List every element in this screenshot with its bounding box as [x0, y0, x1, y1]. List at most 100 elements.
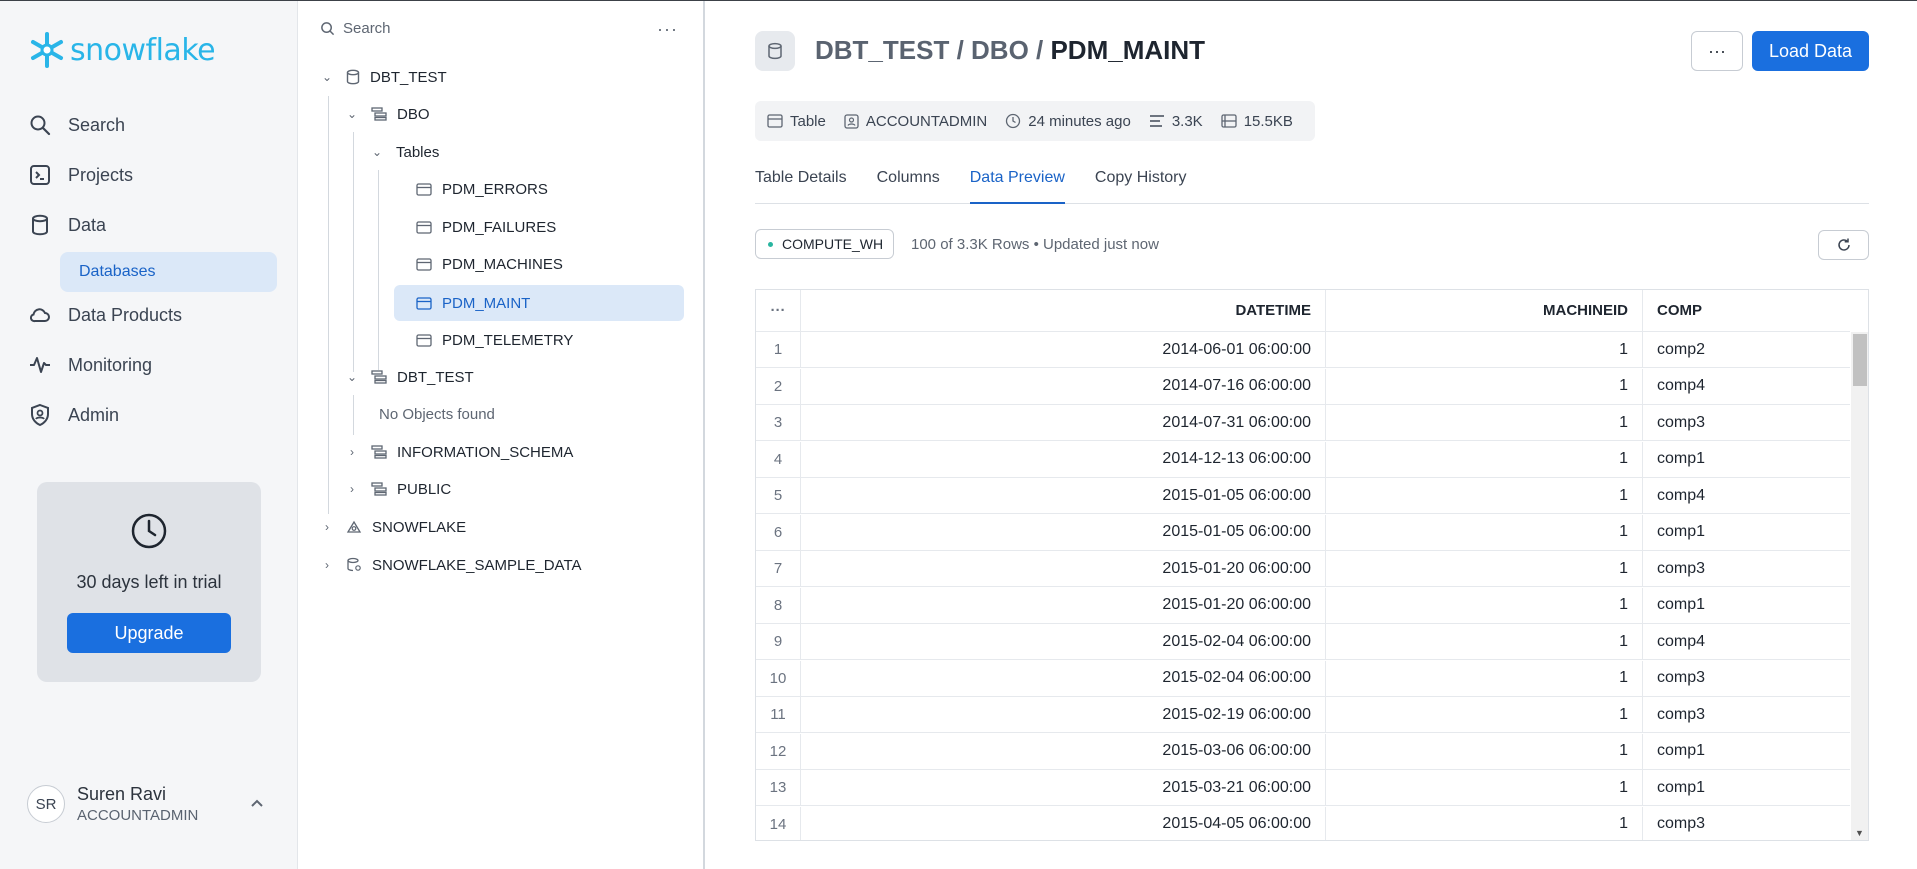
chevron-right-icon[interactable]: › [320, 520, 334, 534]
cell-datetime[interactable]: 2015-02-04 06:00:00 [801, 624, 1326, 659]
column-header-comp[interactable]: COMP [1643, 290, 1850, 331]
table-row[interactable]: 14 2015-04-05 06:00:00 1 comp3 [756, 806, 1850, 841]
snowflake-logo[interactable]: snowflake [28, 31, 216, 69]
cell-datetime[interactable]: 2015-02-04 06:00:00 [801, 660, 1326, 696]
cell-comp[interactable]: comp4 [1643, 478, 1850, 513]
tab-copy-history[interactable]: Copy History [1095, 168, 1187, 204]
chevron-right-icon[interactable]: › [345, 445, 359, 459]
cell-machineid[interactable]: 1 [1326, 514, 1643, 550]
cell-datetime[interactable]: 2014-12-13 06:00:00 [801, 441, 1326, 477]
table-row[interactable]: 11 2015-02-19 06:00:00 1 comp3 [756, 697, 1850, 733]
tab-columns[interactable]: Columns [877, 168, 940, 204]
cell-machineid[interactable]: 1 [1326, 478, 1643, 513]
nav-item-monitoring[interactable]: Monitoring [28, 345, 152, 385]
search-input[interactable]: Search [343, 20, 391, 37]
cell-datetime[interactable]: 2015-01-05 06:00:00 [801, 478, 1326, 513]
cell-comp[interactable]: comp4 [1643, 624, 1850, 659]
nav-item-data-products[interactable]: Data Products [28, 295, 182, 335]
chevron-right-icon[interactable]: › [345, 482, 359, 496]
cell-machineid[interactable]: 1 [1326, 405, 1643, 440]
tree-node-db-dbt-test[interactable]: ⌄ DBT_TEST [320, 59, 447, 95]
chevron-down-icon[interactable]: ⌄ [345, 107, 359, 121]
upgrade-button[interactable]: Upgrade [67, 613, 231, 653]
table-row[interactable]: 9 2015-02-04 06:00:00 1 comp4 [756, 624, 1850, 660]
chevron-up-icon[interactable] [250, 798, 264, 808]
cell-comp[interactable]: comp1 [1643, 734, 1850, 769]
cell-machineid[interactable]: 1 [1326, 587, 1643, 623]
tree-node-db-snowflake-sample-data[interactable]: › SNOWFLAKE_SAMPLE_DATA [320, 547, 582, 583]
more-actions-button[interactable]: ··· [1691, 31, 1743, 71]
cell-comp[interactable]: comp3 [1643, 661, 1850, 696]
tree-more-button[interactable]: ··· [657, 19, 678, 40]
cell-datetime[interactable]: 2015-02-19 06:00:00 [801, 697, 1326, 732]
tree-node-table-pdm-telemetry[interactable]: PDM_TELEMETRY [416, 322, 573, 358]
cell-datetime[interactable]: 2014-07-16 06:00:00 [801, 368, 1326, 404]
tree-node-table-pdm-failures[interactable]: PDM_FAILURES [416, 209, 556, 245]
nav-item-data[interactable]: Data [28, 205, 106, 245]
cell-comp[interactable]: comp2 [1643, 332, 1850, 367]
cell-comp[interactable]: comp3 [1643, 697, 1850, 732]
cell-datetime[interactable]: 2015-04-05 06:00:00 [801, 806, 1326, 840]
tree-search[interactable]: Search [320, 20, 391, 37]
table-row[interactable]: 7 2015-01-20 06:00:00 1 comp3 [756, 551, 1850, 587]
tree-node-schema-dbt-test[interactable]: ⌄ DBT_TEST [345, 359, 474, 395]
grid-scrollbar[interactable]: ▼ [1851, 332, 1868, 840]
cell-datetime[interactable]: 2015-03-06 06:00:00 [801, 733, 1326, 769]
cell-machineid[interactable]: 1 [1326, 624, 1643, 659]
refresh-button[interactable] [1818, 230, 1869, 260]
cell-comp[interactable]: comp1 [1643, 770, 1850, 805]
cell-machineid[interactable]: 1 [1326, 332, 1643, 367]
scroll-down-arrow-icon[interactable]: ▼ [1855, 828, 1864, 838]
cell-comp[interactable]: comp1 [1643, 442, 1850, 477]
warehouse-selector[interactable]: COMPUTE_WH [755, 229, 895, 259]
nav-item-admin[interactable]: Admin [28, 395, 119, 435]
column-menu-button[interactable]: ··· [756, 290, 801, 331]
nav-item-search[interactable]: Search [28, 105, 125, 145]
nav-item-projects[interactable]: Projects [28, 155, 133, 195]
cell-comp[interactable]: comp1 [1643, 588, 1850, 623]
cell-machineid[interactable]: 1 [1326, 806, 1643, 840]
table-row[interactable]: 13 2015-03-21 06:00:00 1 comp1 [756, 770, 1850, 806]
cell-comp[interactable]: comp3 [1643, 551, 1850, 586]
cell-machineid[interactable]: 1 [1326, 368, 1643, 404]
chevron-down-icon[interactable]: ⌄ [370, 145, 384, 159]
breadcrumb-schema[interactable]: DBO [971, 35, 1029, 65]
cell-comp[interactable]: comp1 [1643, 515, 1850, 550]
table-row[interactable]: 3 2014-07-31 06:00:00 1 comp3 [756, 405, 1850, 441]
table-row[interactable]: 4 2014-12-13 06:00:00 1 comp1 [756, 441, 1850, 478]
cell-machineid[interactable]: 1 [1326, 551, 1643, 586]
table-row[interactable]: 5 2015-01-05 06:00:00 1 comp4 [756, 478, 1850, 514]
cell-machineid[interactable]: 1 [1326, 697, 1643, 732]
scrollbar-thumb[interactable] [1853, 334, 1867, 386]
column-header-datetime[interactable]: DATETIME [801, 290, 1326, 331]
table-row[interactable]: 2 2014-07-16 06:00:00 1 comp4 [756, 368, 1850, 405]
cell-datetime[interactable]: 2015-01-20 06:00:00 [801, 587, 1326, 623]
cell-comp[interactable]: comp3 [1643, 405, 1850, 440]
tab-data-preview[interactable]: Data Preview [969, 168, 1065, 204]
chevron-down-icon[interactable]: ⌄ [320, 70, 334, 84]
cell-machineid[interactable]: 1 [1326, 441, 1643, 477]
cell-comp[interactable]: comp3 [1643, 807, 1850, 841]
tree-node-table-pdm-machines[interactable]: PDM_MACHINES [416, 246, 563, 282]
tab-table-details[interactable]: Table Details [755, 168, 847, 204]
column-header-machineid[interactable]: MACHINEID [1326, 290, 1643, 331]
table-row[interactable]: 10 2015-02-04 06:00:00 1 comp3 [756, 660, 1850, 697]
cell-datetime[interactable]: 2015-03-21 06:00:00 [801, 770, 1326, 805]
tree-node-table-pdm-errors[interactable]: PDM_ERRORS [416, 171, 548, 207]
cell-datetime[interactable]: 2014-06-01 06:00:00 [801, 332, 1326, 367]
table-row[interactable]: 8 2015-01-20 06:00:00 1 comp1 [756, 587, 1850, 624]
cell-datetime[interactable]: 2015-01-20 06:00:00 [801, 551, 1326, 586]
tree-node-schema-dbo[interactable]: ⌄ DBO [345, 96, 430, 132]
cell-comp[interactable]: comp4 [1643, 369, 1850, 404]
cell-datetime[interactable]: 2015-01-05 06:00:00 [801, 514, 1326, 550]
tree-node-tables[interactable]: ⌄ Tables [370, 134, 439, 170]
load-data-button[interactable]: Load Data [1752, 31, 1869, 71]
breadcrumb-database[interactable]: DBT_TEST [815, 35, 949, 65]
tree-node-schema-information-schema[interactable]: › INFORMATION_SCHEMA [345, 434, 573, 470]
user-menu[interactable]: SR Suren Ravi ACCOUNTADMIN [27, 784, 198, 824]
chevron-down-icon[interactable]: ⌄ [345, 370, 359, 384]
table-row[interactable]: 1 2014-06-01 06:00:00 1 comp2 [756, 332, 1850, 368]
cell-machineid[interactable]: 1 [1326, 660, 1643, 696]
tree-node-schema-public[interactable]: › PUBLIC [345, 471, 451, 507]
table-row[interactable]: 12 2015-03-06 06:00:00 1 comp1 [756, 733, 1850, 770]
